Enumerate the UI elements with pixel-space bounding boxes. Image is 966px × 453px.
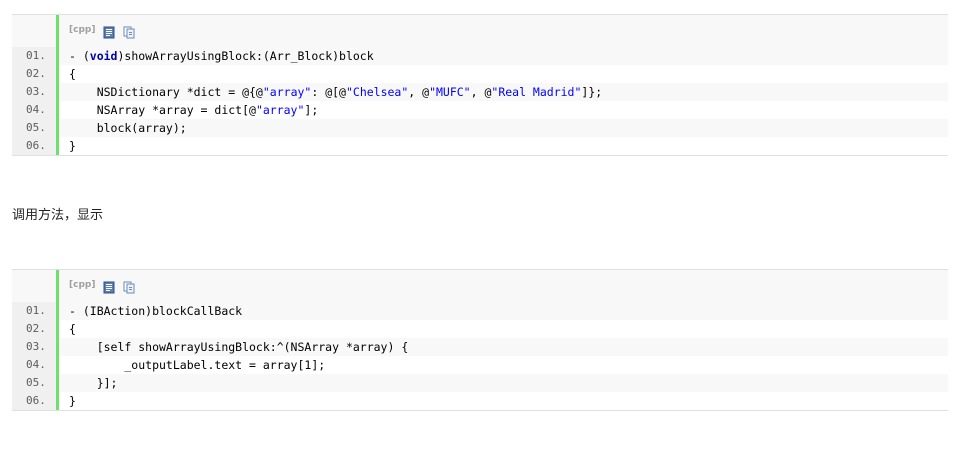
code-line: 05. block(array);	[12, 119, 948, 137]
toolbar-tools: [cpp]	[69, 278, 135, 293]
gutter-bar	[56, 270, 59, 302]
code-text: - (IBAction)blockCallBack	[69, 302, 242, 320]
line-number: 03.	[12, 338, 56, 356]
code-token: - (IBAction)blockCallBack	[69, 304, 243, 318]
code-line: 03. [self showArrayUsingBlock:^(NSArray …	[12, 338, 948, 356]
code-line: 02. {	[12, 320, 948, 338]
code-line: 04. NSArray *array = dict[@"array"];	[12, 101, 948, 119]
code-block-1: [cpp] 01. - (void)showArrayUsingBlock:(Ar…	[12, 14, 948, 156]
code-text: NSArray *array = dict[@"array"];	[69, 101, 319, 119]
body-text: 调用方法，显示	[12, 208, 104, 223]
code-text: block(array);	[69, 119, 187, 137]
code-text: }	[69, 392, 76, 410]
code-token: {	[69, 322, 76, 336]
code-text: - (void)showArrayUsingBlock:(Arr_Block)b…	[69, 47, 374, 65]
toolbar-tools: [cpp]	[69, 23, 135, 38]
code-token: {	[69, 67, 76, 81]
code-lines: 01. - (void)showArrayUsingBlock:(Arr_Bloc…	[12, 47, 948, 155]
code-text: NSDictionary *dict = @{@"array": @[@"Che…	[69, 83, 603, 101]
string-token: "Chelsea"	[345, 85, 409, 99]
code-token: _outputLabel.text = array[1];	[69, 358, 326, 372]
code-token: , @	[470, 85, 492, 99]
code-text: }];	[69, 374, 118, 392]
line-number: 05.	[12, 374, 56, 392]
code-token: }	[69, 139, 76, 153]
code-token: NSDictionary *dict = @{@	[69, 85, 263, 99]
gutter-bar	[56, 320, 59, 338]
keyword-token: void	[89, 49, 118, 63]
code-token: ];	[304, 103, 319, 117]
language-label: [cpp]	[69, 280, 96, 290]
code-token: [self showArrayUsingBlock:^(NSArray *arr…	[69, 340, 409, 354]
code-token: , @	[408, 85, 430, 99]
gutter-bar	[56, 356, 59, 374]
code-token: block(array);	[69, 121, 187, 135]
code-token: - (	[69, 49, 90, 63]
code-toolbar: [cpp]	[12, 269, 948, 302]
code-line: 01. - (void)showArrayUsingBlock:(Arr_Bloc…	[12, 47, 948, 65]
code-text: {	[69, 65, 76, 83]
line-number: 01.	[12, 47, 56, 65]
gutter-bar	[56, 338, 59, 356]
gutter-bar	[56, 374, 59, 392]
code-line: 02. {	[12, 65, 948, 83]
line-number: 03.	[12, 83, 56, 101]
code-lines: 01. - (IBAction)blockCallBack 02. {03. [sel…	[12, 302, 948, 410]
line-number: 05.	[12, 119, 56, 137]
gutter-bar	[56, 15, 59, 47]
line-number: 02.	[12, 320, 56, 338]
gutter-bar	[56, 83, 59, 101]
copy-icon[interactable]	[123, 279, 135, 293]
copy-icon[interactable]	[123, 24, 135, 38]
gutter-bar	[56, 101, 59, 119]
line-number: 02.	[12, 65, 56, 83]
code-line: 06.}	[12, 137, 948, 155]
gutter-bar	[56, 119, 59, 137]
code-token: : @[@	[311, 85, 346, 99]
string-token: "Real Madrid"	[491, 85, 582, 99]
code-token: }	[69, 394, 76, 408]
code-text: }	[69, 137, 76, 155]
divider	[12, 155, 948, 156]
divider	[12, 410, 948, 411]
code-line: 01. - (IBAction)blockCallBack	[12, 302, 948, 320]
code-token: }];	[69, 376, 118, 390]
code-text: {	[69, 320, 76, 338]
line-number: 04.	[12, 101, 56, 119]
code-text: [self showArrayUsingBlock:^(NSArray *arr…	[69, 338, 409, 356]
gutter-bar	[56, 47, 59, 65]
view-plain-icon[interactable]	[103, 24, 115, 38]
code-text: _outputLabel.text = array[1];	[69, 356, 325, 374]
view-plain-icon[interactable]	[103, 279, 115, 293]
code-token: NSArray *array = dict[@	[69, 103, 256, 117]
gutter-bar	[56, 65, 59, 83]
code-block-2: [cpp] 01. - (IBAction)blockCallBack 02. {03…	[12, 269, 948, 411]
code-toolbar: [cpp]	[12, 14, 948, 47]
gutter-bar	[56, 137, 59, 155]
gutter-bar	[56, 392, 59, 410]
code-line: 04. _outputLabel.text = array[1];	[12, 356, 948, 374]
code-line: 03. NSDictionary *dict = @{@"array": @[@…	[12, 83, 948, 101]
code-line: 06.}	[12, 392, 948, 410]
line-number: 01.	[12, 302, 56, 320]
toolbar-gutter	[12, 270, 56, 302]
string-token: "array"	[262, 85, 312, 99]
language-label: [cpp]	[69, 25, 96, 35]
string-token: "array"	[255, 103, 305, 117]
line-number: 06.	[12, 392, 56, 410]
string-token: "MUFC"	[429, 85, 471, 99]
line-number: 04.	[12, 356, 56, 374]
code-token: )showArrayUsingBlock:(Arr_Block)block	[117, 49, 374, 63]
gutter-bar	[56, 302, 59, 320]
code-line: 05. }];	[12, 374, 948, 392]
line-number: 06.	[12, 137, 56, 155]
code-token: ]};	[581, 85, 603, 99]
toolbar-gutter	[12, 15, 56, 47]
